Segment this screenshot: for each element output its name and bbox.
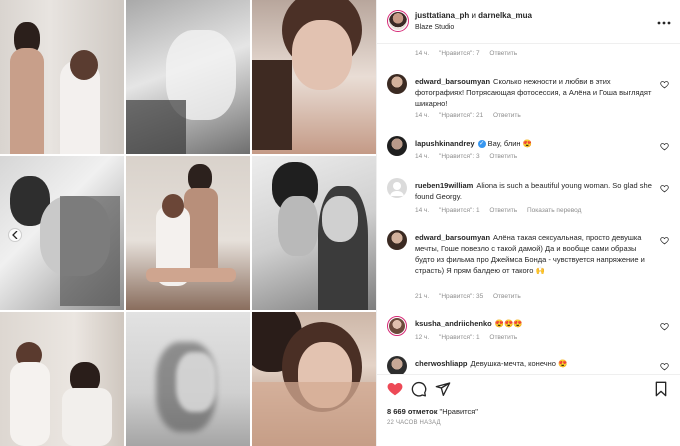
likes-label: "Нравится" [439,407,478,416]
comment-meta: 14 ч. "Нравится": 7 Ответить [415,50,525,57]
chevron-left-icon [12,231,18,239]
comment-meta: 14 ч. "Нравится": 21 Ответить [415,112,529,119]
comment-text: 😍😍😍 [494,319,523,328]
like-comment-heart-icon[interactable] [660,142,669,151]
post-actions: 8 669 отметок "Нравится" 22 ЧАСОВ НАЗАД [377,374,680,446]
comment-time: 14 ч. [415,153,430,160]
post-header: justtatiana_ph и darnelka_mua Blaze Stud… [377,0,680,44]
photo-closeup-couple[interactable] [252,312,376,446]
comment-likes[interactable]: "Нравится": 1 [439,207,480,214]
comment-time: 14 ч. [415,112,430,119]
coauthor-connector: и [471,11,476,20]
comment-meta: 14 ч. "Нравится": 1 Ответить Показать пе… [415,207,589,214]
comment-username[interactable]: cherwoshliapp [415,359,468,368]
show-translation-button[interactable]: Показать перевод [527,207,581,214]
comment-likes[interactable]: "Нравится": 7 [439,50,480,57]
reply-button[interactable]: Ответить [489,153,517,160]
comment-body: rueben19william Aliona is such a beautifu… [415,180,655,202]
comment-likes[interactable]: "Нравится": 3 [439,153,480,160]
reply-button[interactable]: Ответить [493,293,521,300]
likes-number: 8 669 отметок [387,407,438,416]
comment-text: Вау, блин 😍 [487,139,532,148]
comments-list: 14 ч. "Нравится": 7 Ответить edward_bars… [377,44,680,374]
like-comment-heart-icon[interactable] [660,362,669,371]
avatar[interactable] [387,136,407,156]
photo-couple-sitting[interactable] [126,156,250,310]
comment-time: 12 ч. [415,334,430,341]
likes-count[interactable]: 8 669 отметок "Нравится" [387,407,478,416]
instagram-post-view: justtatiana_ph и darnelka_mua Blaze Stud… [0,0,680,446]
like-comment-heart-icon[interactable] [660,80,669,89]
photo-couple-lift[interactable] [0,312,124,446]
avatar[interactable] [387,74,407,94]
comment-username[interactable]: lapushkinandrey [415,139,475,148]
avatar[interactable] [387,356,407,374]
comment-body: edward_barsoumyan Сколько нежности и любв… [415,76,655,109]
photo-couple-standing[interactable] [0,0,124,154]
heart-filled-icon[interactable] [387,381,403,397]
comment-username[interactable]: ksusha_andriichenko [415,319,492,328]
photo-bw-embrace[interactable] [126,0,250,154]
photo-bw-motion-blur[interactable] [126,312,250,446]
reply-button[interactable]: Ответить [489,50,517,57]
avatar[interactable] [387,316,407,336]
post-authors: justtatiana_ph и darnelka_mua [415,11,532,20]
comment-username[interactable]: edward_barsoumyan [415,77,490,86]
like-comment-heart-icon[interactable] [660,236,669,245]
comment-text: Девушка-мечта, конечно 😍 [470,359,568,368]
avatar[interactable] [387,178,407,198]
reply-button[interactable]: Ответить [489,207,517,214]
comment-time: 14 ч. [415,207,430,214]
reply-button[interactable]: Ответить [493,112,521,119]
comment-username[interactable]: rueben19william [415,181,473,190]
comment-icon[interactable] [411,381,427,397]
comment-likes[interactable]: "Нравится": 35 [439,293,483,300]
comment-body: edward_barsoumyan Алёна такая сексуальная… [415,232,655,276]
photo-closeup-face[interactable] [252,0,376,154]
comment-username[interactable]: edward_barsoumyan [415,233,490,242]
bookmark-icon[interactable] [653,381,669,397]
share-icon[interactable] [435,381,451,397]
photo-bw-couple-face[interactable] [252,156,376,310]
more-icon [657,21,671,25]
comment-body: lapushkinandrey ✓ Вау, блин 😍 [415,138,655,149]
more-options-button[interactable] [657,14,671,28]
like-comment-heart-icon[interactable] [660,184,669,193]
avatar[interactable] [387,10,409,32]
photo-grid [0,0,376,446]
post-side-panel: justtatiana_ph и darnelka_mua Blaze Stud… [376,0,680,446]
comment-body: ksusha_andriichenko 😍😍😍 [415,318,655,329]
comment-meta: 12 ч. "Нравится": 1 Ответить [415,334,525,341]
avatar[interactable] [387,230,407,250]
carousel-prev-button[interactable] [8,228,22,242]
comment-body: cherwoshliapp Девушка-мечта, конечно 😍 [415,358,655,369]
comment-likes[interactable]: "Нравится": 21 [439,112,483,119]
default-avatar-icon [390,182,404,196]
comment-time: 14 ч. [415,50,430,57]
verified-badge-icon: ✓ [477,140,486,149]
comment-likes[interactable]: "Нравится": 1 [439,334,480,341]
comment-meta: 14 ч. "Нравится": 3 Ответить [415,153,525,160]
like-comment-heart-icon[interactable] [660,322,669,331]
comment-meta: 21 ч. "Нравится": 35 Ответить [415,293,529,300]
coauthor-username-link[interactable]: darnelka_mua [478,11,532,20]
location-link[interactable]: Blaze Studio [415,24,454,31]
reply-button[interactable]: Ответить [489,334,517,341]
author-username-link[interactable]: justtatiana_ph [415,11,469,20]
post-time: 22 ЧАСОВ НАЗАД [387,420,441,426]
comment-time: 21 ч. [415,293,430,300]
